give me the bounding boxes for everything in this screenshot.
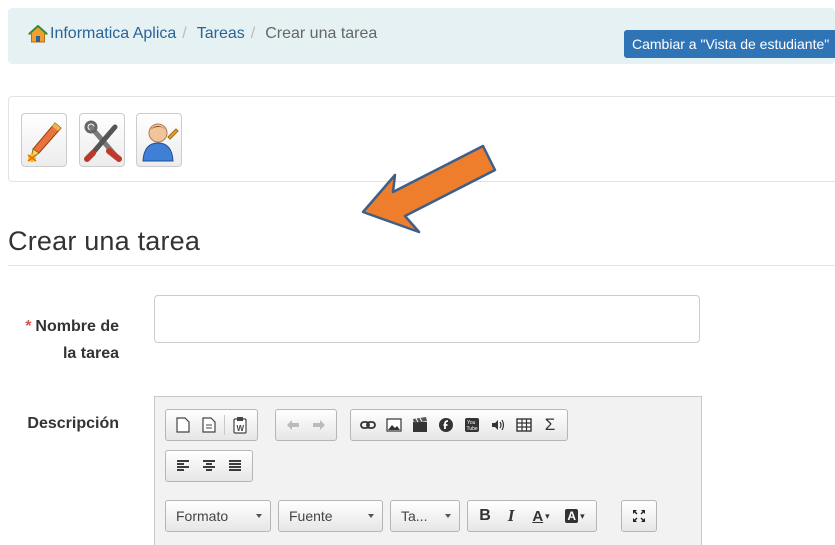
chevron-down-icon: ▾ [545,510,550,521]
paste-word-icon[interactable]: W [227,412,253,438]
user-edit-button[interactable] [136,113,182,167]
svg-text:W: W [237,424,245,433]
youtube-icon[interactable]: You Tube [459,412,485,438]
align-left-icon[interactable] [170,453,196,479]
image-icon[interactable] [381,412,407,438]
format-dropdown[interactable]: Formato [165,500,271,532]
new-page-icon[interactable] [170,412,196,438]
insert-toolbar-group: You Tube Σ [350,409,568,441]
view-toolbar-group [621,500,657,532]
breadcrumb-link-course[interactable]: Informatica Aplica [50,25,176,43]
bold-button[interactable]: B [472,503,498,529]
switch-student-view-button[interactable]: Cambiar a "Vista de estudiante" [624,30,835,58]
task-name-label-line2: la tarea [62,345,119,362]
audio-icon[interactable] [485,412,511,438]
task-name-input[interactable] [154,295,700,343]
breadcrumb-bar: Informatica Aplica / Tareas / Crear una … [8,8,835,64]
size-dropdown[interactable]: Ta... [390,500,460,532]
video-icon[interactable] [407,412,433,438]
history-toolbar-group [275,409,337,441]
description-label: Descripción [27,415,119,432]
title-divider [8,265,835,266]
description-editor: W You Tube Σ Formato Fuente Ta... B I A … [154,396,702,545]
svg-text:Tube: Tube [467,426,478,432]
undo-icon[interactable] [280,412,306,438]
text-color-button[interactable]: A ▾ [524,503,558,529]
table-icon[interactable] [511,412,537,438]
align-toolbar-group [165,450,253,482]
breadcrumb-separator: / [250,25,256,42]
breadcrumb-separator: / [182,25,187,42]
background-color-icon: A [565,509,579,523]
style-toolbar-group: B I A ▾ A ▾ [467,500,597,532]
edit-settings-icon [27,122,62,162]
breadcrumb-link-tareas[interactable]: Tareas [197,25,245,43]
tools-icon [84,120,122,162]
home-icon[interactable] [28,25,48,43]
font-dropdown[interactable]: Fuente [278,500,383,532]
flash-icon[interactable] [433,412,459,438]
breadcrumb-current: Crear una tarea [265,25,378,42]
page-title: Crear una tarea [8,226,201,256]
tools-button[interactable] [79,113,125,167]
toolbar-separator [224,415,225,435]
link-icon[interactable] [355,412,381,438]
preview-icon[interactable] [196,412,222,438]
text-color-icon: A [532,507,544,525]
required-marker: * [25,318,32,335]
format-dropdown-label: Formato [176,508,229,524]
align-justify-icon[interactable] [222,453,248,479]
background-color-button[interactable]: A ▾ [558,503,592,529]
maximize-icon[interactable] [626,503,652,529]
italic-button[interactable]: I [498,503,524,529]
breadcrumb: Informatica Aplica / Tareas / Crear una … [28,25,377,43]
size-dropdown-label: Ta... [401,508,428,524]
user-edit-icon [142,123,179,162]
document-toolbar-group: W [165,409,258,441]
font-dropdown-label: Fuente [289,508,333,524]
redo-icon[interactable] [306,412,332,438]
edit-settings-button[interactable] [21,113,67,167]
task-name-label-line1: Nombre de [35,318,119,335]
chevron-down-icon [445,514,451,518]
align-center-icon[interactable] [196,453,222,479]
math-sigma-icon[interactable]: Σ [537,412,563,438]
annotation-arrow [361,144,497,234]
chevron-down-icon: ▾ [580,510,585,521]
task-name-label: * Nombre de la tarea [14,313,119,367]
chevron-down-icon [368,514,374,518]
chevron-down-icon [256,514,262,518]
